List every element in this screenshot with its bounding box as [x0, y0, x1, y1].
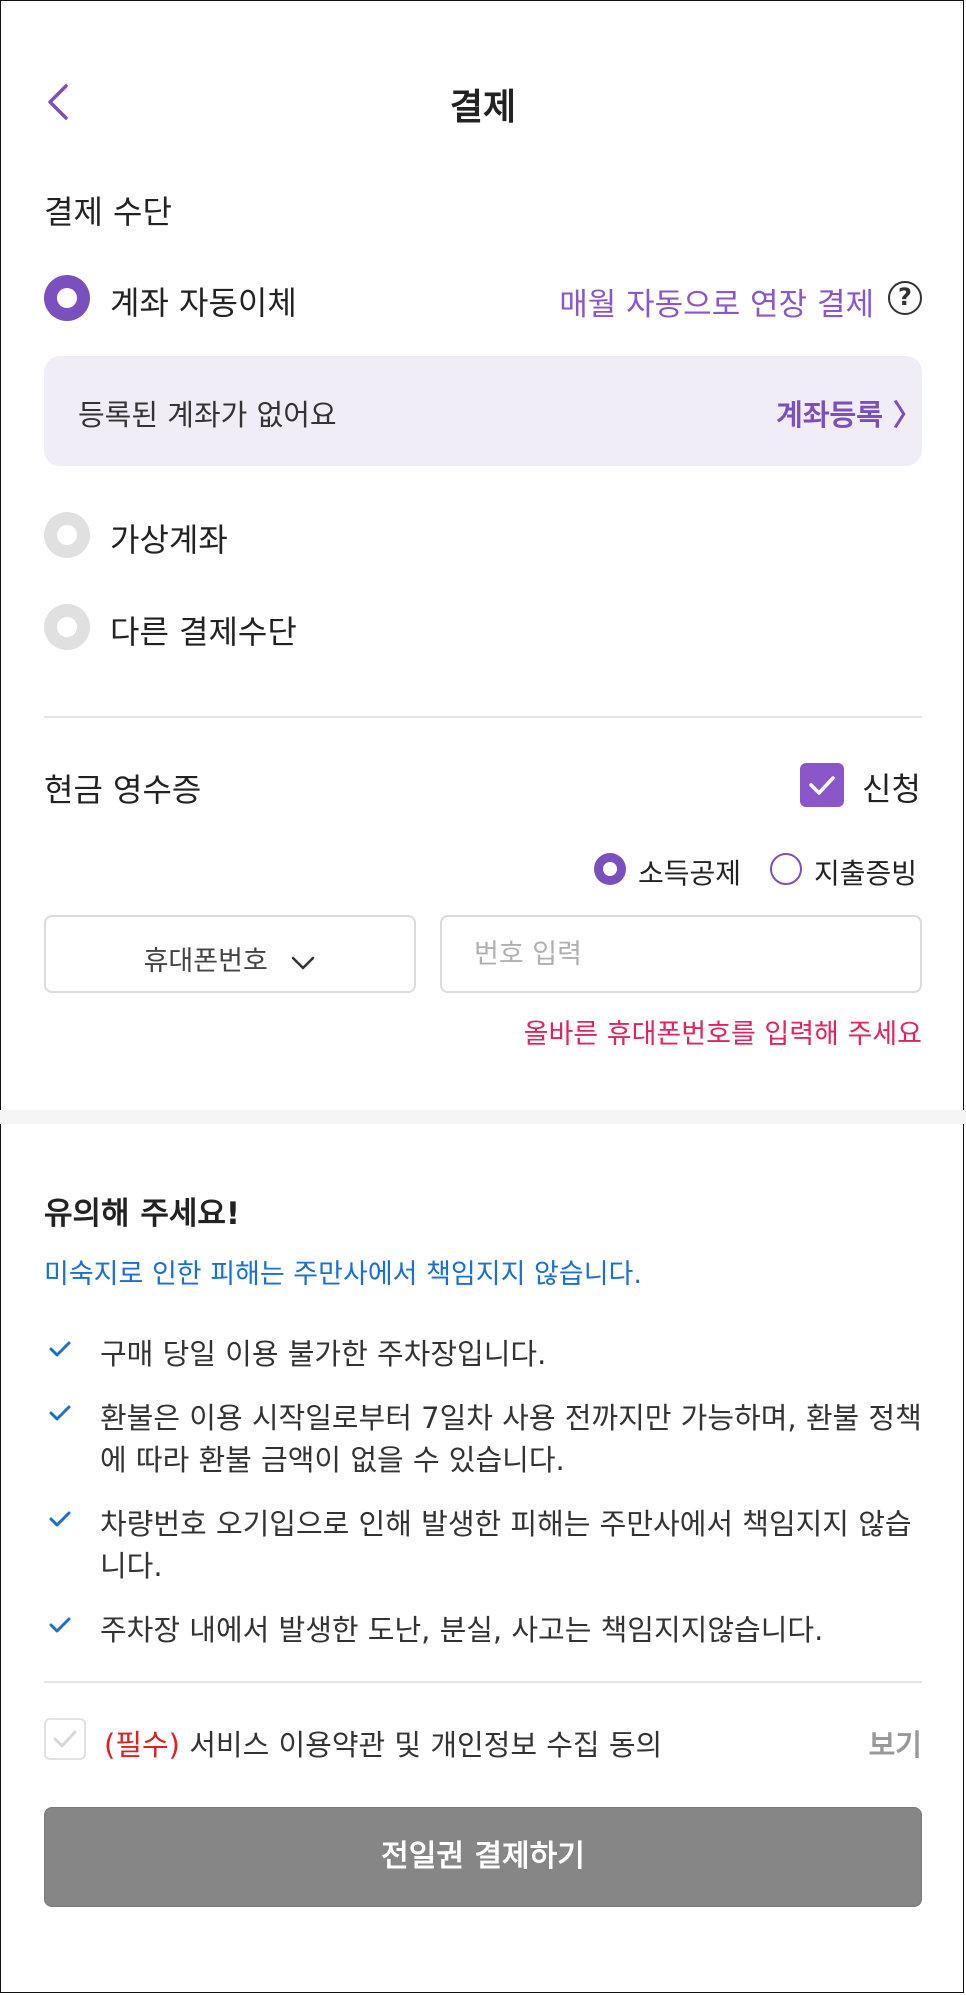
option-label-other-method[interactable]: 다른 결제수단	[110, 607, 297, 653]
check-icon	[49, 1341, 71, 1357]
register-account-link[interactable]: 계좌등록 〉	[776, 392, 922, 434]
notice-item: 환불은 이용 시작일로부터 7일차 사용 전까지만 가능하며, 환불 정책에 따…	[44, 1397, 924, 1481]
check-icon	[49, 1405, 71, 1421]
chevron-down-icon	[292, 956, 315, 969]
agreement-checkbox[interactable]	[44, 1718, 86, 1760]
auto-extend-label: 매월 자동으로 연장 결제	[559, 287, 874, 323]
check-icon	[53, 1730, 77, 1748]
phone-type-select[interactable]: 휴대폰번호	[44, 915, 416, 993]
radio-other-method[interactable]	[44, 604, 90, 650]
apply-checkbox[interactable]	[800, 763, 844, 807]
cash-receipt-title: 현금 영수증	[44, 771, 202, 809]
expense-proof-label[interactable]: 지출증빙	[814, 852, 917, 892]
option-label-account-transfer[interactable]: 계좌 자동이체	[110, 278, 297, 324]
payment-method-title: 결제 수단	[44, 193, 172, 231]
notice-item: 차량번호 오기입으로 인해 발생한 피해는 주만사에서 책임지지 않습니다.	[44, 1503, 924, 1587]
agreement-label: 서비스 이용약관 및 개인정보 수집 동의	[180, 1728, 663, 1762]
income-deduction-label[interactable]: 소득공제	[638, 852, 741, 892]
notice-item: 주차장 내에서 발생한 도난, 분실, 사고는 책임지지않습니다.	[44, 1609, 924, 1651]
notice-subtitle: 미숙지로 인한 피해는 주만사에서 책임지지 않습니다.	[44, 1259, 642, 1290]
radio-virtual-account[interactable]	[44, 512, 90, 558]
radio-expense-proof[interactable]	[770, 853, 802, 885]
check-icon	[49, 1617, 71, 1633]
phone-error-message: 올바른 휴대폰번호를 입력해 주세요	[523, 1019, 922, 1050]
radio-account-transfer[interactable]	[44, 275, 90, 321]
radio-income-deduction[interactable]	[594, 853, 626, 885]
notice-title: 유의해 주세요!	[44, 1196, 241, 1232]
notice-item: 구매 당일 이용 불가한 주차장입니다.	[44, 1333, 924, 1375]
notice-item-text: 차량번호 오기입으로 인해 발생한 피해는 주만사에서 책임지지 않습니다.	[100, 1507, 912, 1583]
notice-divider	[44, 1681, 922, 1683]
help-circle-icon[interactable]: ?	[888, 281, 922, 315]
section-divider	[44, 716, 922, 718]
notice-item-text: 주차장 내에서 발생한 도난, 분실, 사고는 책임지지않습니다.	[100, 1613, 824, 1647]
apply-label[interactable]: 신청	[862, 764, 921, 810]
phone-number-input[interactable]	[440, 915, 922, 993]
section-separator-band	[0, 1110, 966, 1124]
check-icon	[49, 1511, 71, 1527]
notice-item-text: 환불은 이용 시작일로부터 7일차 사용 전까지만 가능하며, 환불 정책에 따…	[100, 1401, 922, 1477]
pay-button[interactable]: 전일권 결제하기	[44, 1807, 922, 1907]
no-account-text: 등록된 계좌가 없어요	[78, 398, 337, 432]
required-tag: (필수)	[104, 1728, 180, 1762]
page-title: 결제	[449, 87, 517, 128]
view-terms-link[interactable]: 보기	[869, 1722, 922, 1764]
check-icon	[809, 776, 835, 795]
select-value: 휴대폰번호	[143, 946, 268, 977]
option-label-virtual-account[interactable]: 가상계좌	[110, 515, 228, 561]
notice-item-text: 구매 당일 이용 불가한 주차장입니다.	[100, 1337, 547, 1371]
agreement-text[interactable]: (필수) 서비스 이용약관 및 개인정보 수집 동의	[104, 1722, 662, 1764]
